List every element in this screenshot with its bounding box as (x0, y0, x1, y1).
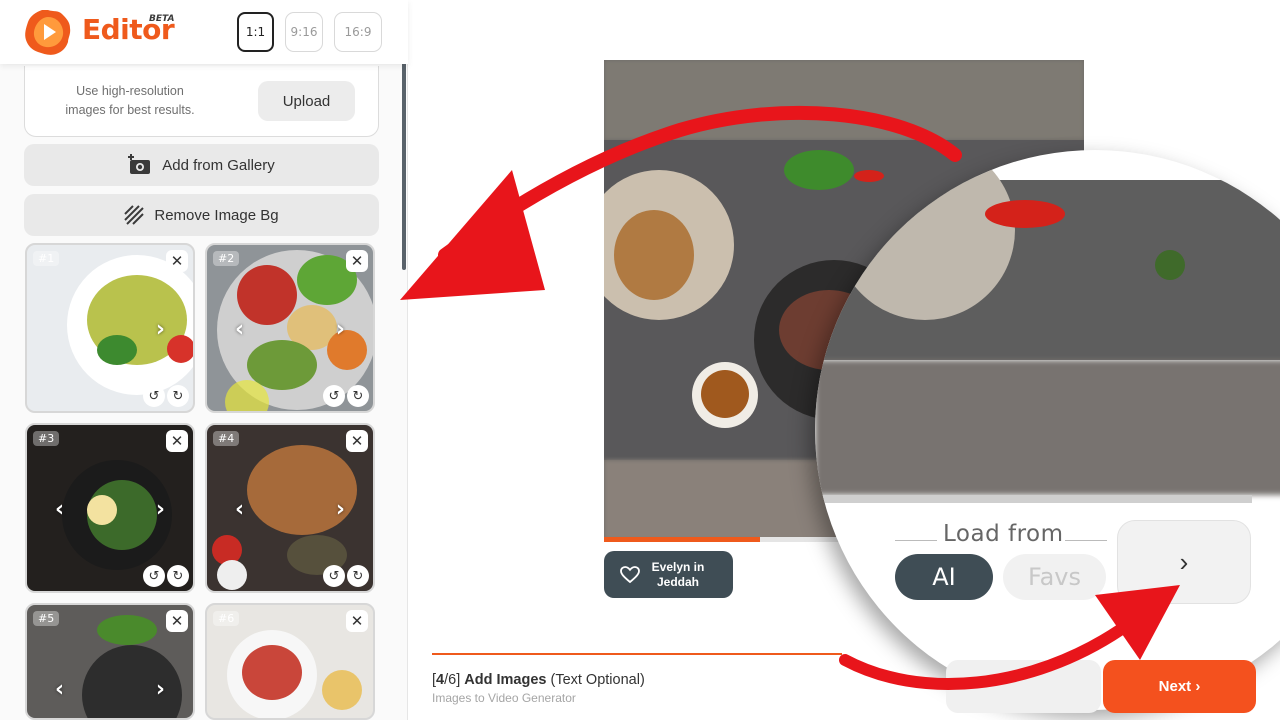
next-variant-icon[interactable]: › (336, 497, 345, 522)
previous-variant-icon[interactable]: ‹ (55, 677, 64, 702)
image-number: #6 (213, 611, 240, 626)
next-label: Next (1158, 678, 1192, 695)
step-progress-line (432, 653, 842, 655)
back-button[interactable] (946, 660, 1101, 713)
sidebar: Editor BETA 1:1 9:16 16:9 Use high-resol… (0, 0, 408, 720)
step-note: (Text Optional) (550, 672, 645, 688)
step-current: 4 (436, 672, 445, 688)
beta-badge: BETA (149, 14, 175, 24)
fish-shape (614, 210, 694, 300)
heart-icon (620, 565, 640, 583)
remove-image-icon[interactable]: ✕ (166, 430, 188, 452)
leaf-shape (1155, 250, 1185, 280)
preview-top-blur (604, 60, 1084, 140)
rotate-left-icon[interactable]: ↺ (323, 385, 345, 407)
next-variant-icon[interactable]: › (156, 317, 165, 342)
rotate-right-icon[interactable]: ↻ (167, 385, 189, 407)
tomato-shape (167, 335, 193, 363)
upload-hint: Use high-resolution images for best resu… (65, 84, 195, 117)
plate-shape (82, 645, 182, 718)
add-photo-icon (128, 154, 151, 174)
remove-image-bg-label: Remove Image Bg (154, 206, 279, 224)
upload-card: Use high-resolution images for best resu… (24, 66, 379, 137)
sidebar-scrollbar[interactable] (402, 40, 406, 270)
rotate-right-icon[interactable]: ↻ (347, 565, 369, 587)
rotate-right-icon[interactable]: ↻ (347, 385, 369, 407)
ratio-label: 1:1 (245, 25, 266, 39)
ratio-label: 9:16 (290, 25, 318, 39)
step-title: [4/6] Add Images (Text Optional) (432, 672, 645, 688)
play-logo-icon (25, 10, 71, 55)
preview-progress-fill (604, 537, 760, 542)
image-thumbnail-2[interactable]: #2 ✕ ‹ › ↺ ↻ (205, 243, 375, 413)
previous-variant-icon[interactable]: ‹ (235, 497, 244, 522)
remove-image-icon[interactable]: ✕ (346, 250, 368, 272)
next-button[interactable]: Next › (1103, 660, 1256, 713)
ratio-label: 16:9 (344, 25, 372, 39)
dip-shape (217, 560, 247, 590)
remove-image-icon[interactable]: ✕ (346, 610, 368, 632)
remove-bg-icon (124, 205, 145, 225)
ratio-square-button[interactable]: 1:1 (237, 12, 274, 52)
dressing-shape (322, 670, 362, 710)
bowl-shape (835, 150, 1015, 320)
image-number: #4 (213, 431, 240, 446)
zoomed-blur (815, 360, 1280, 495)
image-number: #1 (33, 251, 60, 266)
zoom-callout: Load from AI Favs › (815, 150, 1280, 710)
load-from-label: Load from (943, 521, 1064, 547)
rotate-left-icon[interactable]: ↺ (323, 565, 345, 587)
step-name: Add Images (464, 672, 547, 688)
chevron-right-icon: › (1179, 546, 1189, 577)
add-from-gallery-label: Add from Gallery (162, 156, 275, 174)
rotate-left-icon[interactable]: ↺ (143, 385, 165, 407)
rotate-left-icon[interactable]: ↺ (143, 565, 165, 587)
next-variant-icon[interactable]: › (156, 497, 165, 522)
image-thumbnail-4[interactable]: #4 ✕ ‹ › ↺ ↻ (205, 423, 375, 593)
next-variant-icon[interactable]: › (156, 677, 165, 702)
add-from-gallery-button[interactable]: Add from Gallery (24, 144, 379, 186)
tomato-shape (237, 265, 297, 325)
photo-credit-label: Evelyn in Jeddah (651, 559, 705, 589)
greens-shape (97, 335, 137, 365)
previous-variant-icon[interactable]: ‹ (235, 317, 244, 342)
image-thumbnail-5[interactable]: #5 ✕ ‹ › (25, 603, 195, 720)
egg-shape (87, 495, 117, 525)
image-thumbnail-3[interactable]: #3 ✕ ‹ › ↺ ↻ (25, 423, 195, 593)
next-variant-icon[interactable]: › (336, 317, 345, 342)
remove-image-bg-button[interactable]: Remove Image Bg (24, 194, 379, 236)
ratio-portrait-button[interactable]: 9:16 (285, 12, 323, 52)
zoomed-food-image (815, 150, 1280, 360)
upload-button[interactable]: Upload (258, 81, 355, 121)
topbar: Editor BETA 1:1 9:16 16:9 (0, 0, 408, 64)
rotate-right-icon[interactable]: ↻ (167, 565, 189, 587)
image-number: #5 (33, 611, 60, 626)
sauce-shape (701, 370, 749, 418)
herbs-shape (97, 615, 157, 645)
chevron-right-icon: › (1195, 678, 1201, 695)
image-thumbnail-6[interactable]: #6 ✕ (205, 603, 375, 720)
chili-shape (985, 200, 1065, 228)
photo-credit-button[interactable]: Evelyn in Jeddah (604, 551, 733, 598)
step-subtitle: Images to Video Generator (432, 691, 576, 705)
step-total: /6 (444, 672, 457, 688)
divider (1065, 540, 1107, 541)
previous-variant-icon[interactable]: ‹ (55, 497, 64, 522)
remove-image-icon[interactable]: ✕ (166, 250, 188, 272)
editor-screen: { "header": { "brand": "Editor", "badge"… (0, 0, 1280, 720)
load-from-ai-button[interactable]: AI (895, 554, 993, 600)
remove-image-icon[interactable]: ✕ (346, 430, 368, 452)
carrot-shape (327, 330, 367, 370)
next-image-button[interactable]: › (1117, 520, 1251, 604)
image-number: #2 (213, 251, 240, 266)
divider (895, 540, 937, 541)
image-number: #3 (33, 431, 60, 446)
arrow-head-left-icon (400, 170, 545, 300)
zoomed-progress (815, 495, 1252, 503)
load-from-favs-button[interactable]: Favs (1003, 554, 1106, 600)
salad-shape (242, 645, 302, 700)
remove-image-icon[interactable]: ✕ (166, 610, 188, 632)
image-thumbnail-1[interactable]: #1 ✕ › ↺ ↻ (25, 243, 195, 413)
ratio-landscape-button[interactable]: 16:9 (334, 12, 382, 52)
